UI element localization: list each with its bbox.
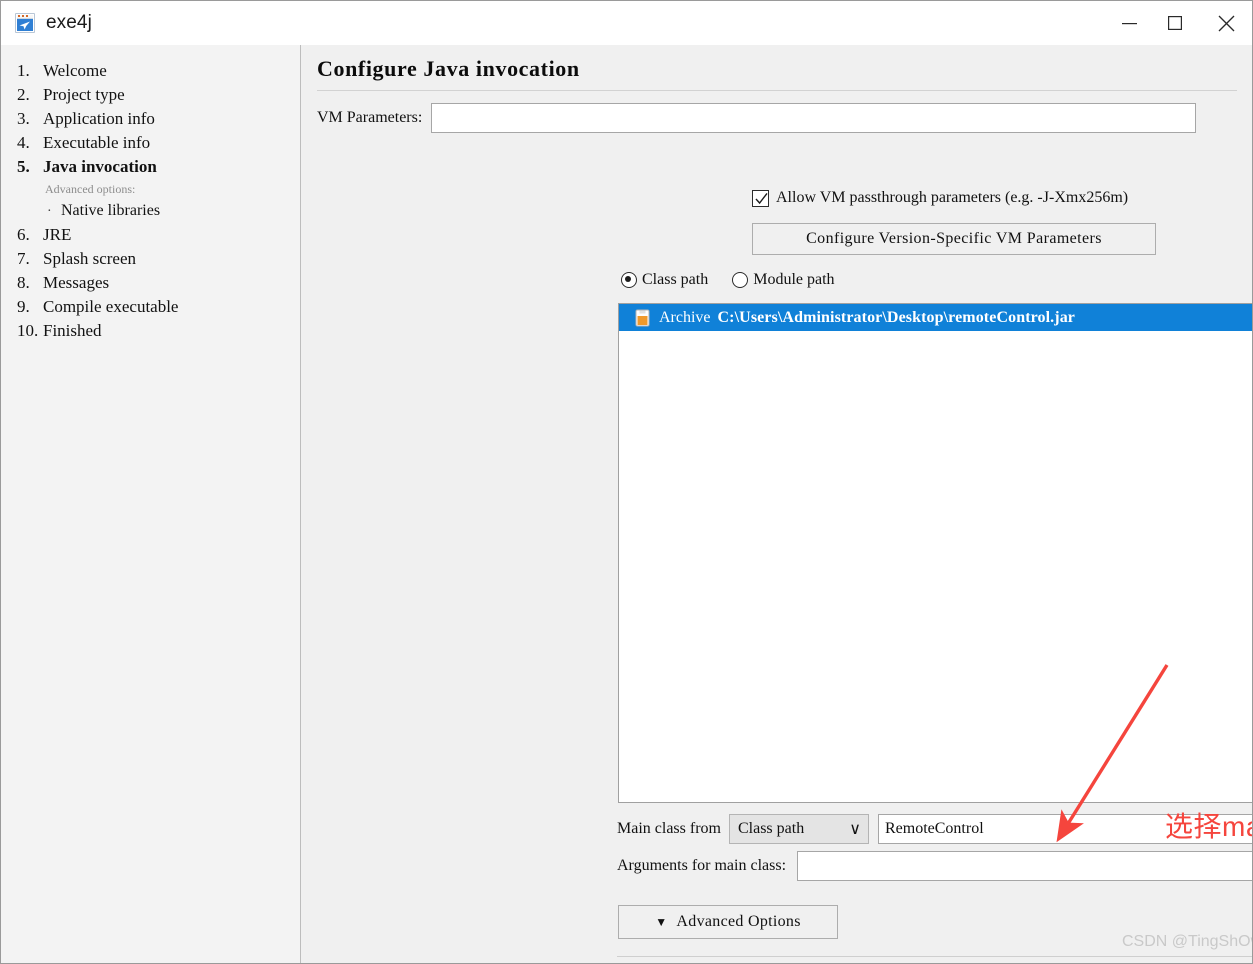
sidebar-item-java-invocation[interactable]: 5. Java invocation xyxy=(17,155,300,179)
step-number: 1. xyxy=(17,61,30,80)
step-number: 6. xyxy=(17,225,30,244)
main-class-label: Main class from xyxy=(617,820,721,837)
configure-version-specific-vm-parameters-button[interactable]: Configure Version-Specific VM Parameters xyxy=(752,223,1156,255)
radio-class-path-indicator[interactable] xyxy=(621,272,637,288)
advanced-options-button[interactable]: ▼ Advanced Options xyxy=(618,905,838,939)
table-row[interactable]: Archive C:\Users\Administrator\Desktop\r… xyxy=(619,304,1252,331)
minimize-button[interactable] xyxy=(1106,1,1152,45)
sidebar-item-executable-info[interactable]: 4. Executable info xyxy=(17,131,300,155)
step-number: 2. xyxy=(17,85,30,104)
arguments-label: Arguments for main class: xyxy=(617,857,787,874)
step-number: 9. xyxy=(17,297,30,316)
sidebar-item-application-info[interactable]: 3. Application info xyxy=(17,107,300,131)
radio-module-path-label: Module path xyxy=(753,271,835,288)
allow-passthrough-row[interactable]: Allow VM passthrough parameters (e.g. -J… xyxy=(752,187,1128,209)
arguments-input[interactable] xyxy=(797,851,1252,881)
step-number: 4. xyxy=(17,133,30,152)
window-controls xyxy=(1106,1,1252,45)
sidebar-item-messages[interactable]: 8. Messages xyxy=(17,271,300,295)
sidebar-item-compile-executable[interactable]: 9. Compile executable xyxy=(17,295,300,319)
classpath-listbox[interactable]: Archive C:\Users\Administrator\Desktop\r… xyxy=(618,303,1252,803)
footer-divider xyxy=(617,956,1252,957)
step-label: Executable info xyxy=(43,133,151,152)
annotation-text: 选择main函数所在主类 xyxy=(1165,811,1252,842)
advanced-options-heading: Advanced options: xyxy=(45,182,136,196)
step-label: Java invocation xyxy=(43,157,157,176)
title-divider xyxy=(317,90,1237,91)
radio-class-path[interactable]: Class path xyxy=(621,271,708,289)
step-label: Messages xyxy=(43,273,110,292)
sidebar-item-welcome[interactable]: 1. Welcome xyxy=(17,59,300,83)
step-number: 7. xyxy=(17,249,30,268)
step-label: Splash screen xyxy=(43,249,137,268)
exe4j-app-icon xyxy=(15,13,35,33)
sidebar-item-finished[interactable]: 10. Finished xyxy=(17,319,300,343)
jar-archive-icon xyxy=(635,309,650,327)
main-class-row: Main class from Class path ∨ xyxy=(617,814,1252,844)
step-label: JRE xyxy=(43,225,72,244)
maximize-button[interactable] xyxy=(1152,1,1198,45)
step-number: 5. xyxy=(17,157,30,176)
main-panel: Configure Java invocation VM Parameters:… xyxy=(301,45,1252,963)
arguments-row: Arguments for main class: xyxy=(617,851,1252,881)
radio-class-path-label: Class path xyxy=(642,271,709,288)
allow-passthrough-label: Allow VM passthrough parameters (e.g. -J… xyxy=(776,189,1129,206)
chevron-down-icon: ∨ xyxy=(849,821,861,838)
wizard-step-list: 1. Welcome 2. Project type 3. Applicatio… xyxy=(1,45,300,343)
step-label: Compile executable xyxy=(43,297,179,316)
step-number: 3. xyxy=(17,109,30,128)
main-class-source-select[interactable]: Class path ∨ xyxy=(728,814,869,844)
radio-module-path[interactable]: Module path xyxy=(732,271,835,289)
row-type-label: Archive xyxy=(659,308,711,326)
step-label: Finished xyxy=(43,321,102,340)
caret-down-icon: ▼ xyxy=(655,914,668,929)
window-title: exe4j xyxy=(46,12,92,33)
advanced-options-button-label: Advanced Options xyxy=(676,913,801,930)
step-label: Native libraries xyxy=(61,202,161,219)
row-path-label: C:\Users\Administrator\Desktop\remoteCon… xyxy=(717,308,1076,326)
title-bar: exe4j xyxy=(1,1,1252,45)
wizard-step-sidebar: exe4j 1. Welcome 2. Project type 3. Appl… xyxy=(1,45,301,963)
exe4j-wizard-window: exe4j exe4j 1. Welcome 2 xyxy=(0,0,1253,964)
sidebar-item-project-type[interactable]: 2. Project type xyxy=(17,83,300,107)
step-label: Project type xyxy=(43,85,125,104)
step-label: Welcome xyxy=(43,61,107,80)
csdn-watermark: CSDN @TingShOw xyxy=(1122,933,1253,950)
allow-passthrough-checkbox[interactable] xyxy=(752,189,769,207)
sidebar-item-native-libraries[interactable]: · Native libraries xyxy=(17,199,300,223)
title-bar-left: exe4j xyxy=(1,1,1106,45)
vm-parameters-row: VM Parameters: xyxy=(317,101,1237,135)
vm-parameters-input[interactable] xyxy=(431,103,1197,133)
page-title: Configure Java invocation xyxy=(317,56,580,81)
vm-parameters-label: VM Parameters: xyxy=(317,109,423,126)
radio-module-path-indicator[interactable] xyxy=(732,272,749,288)
window-content: exe4j 1. Welcome 2. Project type 3. Appl… xyxy=(1,45,1252,963)
close-button[interactable] xyxy=(1198,1,1252,45)
step-number: 10. xyxy=(17,321,39,340)
step-number: 8. xyxy=(17,273,30,292)
main-class-source-value: Class path xyxy=(737,820,805,837)
path-mode-radio-group: Class path Module path xyxy=(621,269,859,291)
sidebar-item-splash-screen[interactable]: 7. Splash screen xyxy=(17,247,300,271)
sidebar-item-jre[interactable]: 6. JRE xyxy=(17,223,300,247)
step-label: Application info xyxy=(43,109,155,128)
bullet-icon: · xyxy=(47,204,52,219)
